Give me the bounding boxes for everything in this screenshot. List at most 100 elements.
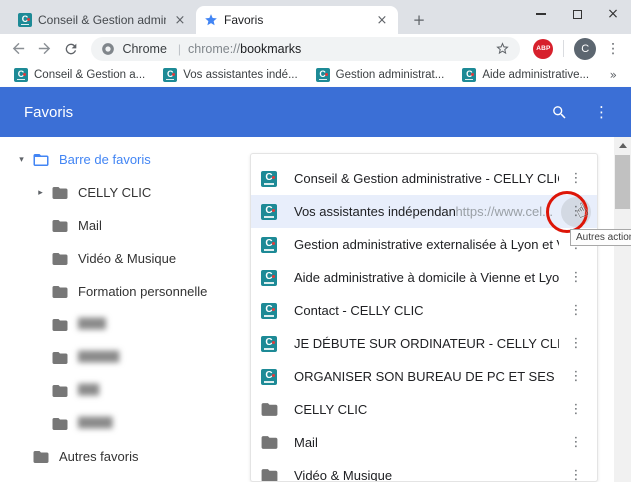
sidebar-item-mail[interactable]: Mail bbox=[0, 209, 250, 242]
bookmark-label: Aide administrative... bbox=[482, 69, 590, 81]
folder-icon bbox=[51, 349, 69, 367]
sidebar-item-redacted[interactable]: █████ bbox=[0, 407, 250, 440]
maximize-button[interactable] bbox=[559, 0, 595, 28]
more-actions-icon[interactable]: ⋮ bbox=[570, 304, 583, 317]
sidebar-item-label: Vidéo & Musique bbox=[78, 251, 177, 266]
scroll-up-icon bbox=[618, 143, 627, 148]
site-favicon: C bbox=[163, 68, 178, 82]
folder-icon bbox=[51, 250, 69, 268]
site-favicon: C bbox=[14, 68, 28, 82]
sidebar-item-redacted[interactable]: ████ bbox=[0, 308, 250, 341]
more-actions-icon: ⋮ bbox=[569, 204, 583, 219]
tooltip-text: Autres actions bbox=[576, 232, 631, 243]
chevron-down-icon[interactable]: ▾ bbox=[13, 155, 30, 165]
bookmark-star-icon[interactable] bbox=[495, 41, 510, 56]
folder-icon bbox=[260, 466, 279, 481]
folder-icon bbox=[260, 400, 279, 419]
bookmark-row[interactable]: C Contact - CELLY CLIC ⋮ bbox=[251, 294, 597, 327]
back-button[interactable] bbox=[6, 36, 32, 62]
profile-avatar[interactable]: C bbox=[574, 37, 597, 60]
site-favicon: C bbox=[261, 269, 277, 286]
bookmark-title: Vos assistantes indépendant... bbox=[294, 204, 456, 219]
site-favicon: C bbox=[261, 368, 277, 385]
page-title: Favoris bbox=[24, 103, 74, 121]
bookmarks-overflow-chevron[interactable]: » bbox=[610, 68, 621, 82]
open-folder-icon bbox=[32, 151, 50, 169]
sidebar-item-celly-clic[interactable]: ▸ CELLY CLIC bbox=[0, 176, 250, 209]
reload-button[interactable] bbox=[58, 36, 84, 62]
close-window-button[interactable]: × bbox=[595, 0, 631, 28]
folder-icon bbox=[51, 382, 69, 400]
tab-conseil-gestion[interactable]: C Conseil & Gestion administrative × bbox=[10, 6, 196, 34]
sidebar-item-video-musique[interactable]: Vidéo & Musique bbox=[0, 242, 250, 275]
folder-title: CELLY CLIC bbox=[294, 402, 368, 417]
folder-icon bbox=[51, 415, 69, 433]
search-icon[interactable] bbox=[551, 104, 568, 121]
minimize-button[interactable] bbox=[523, 0, 559, 28]
browser-menu-icon[interactable]: ⋮ bbox=[601, 41, 625, 57]
folder-row[interactable]: Mail ⋮ bbox=[251, 426, 597, 459]
bookmark-row[interactable]: C Aide administrative à domicile à Vienn… bbox=[251, 261, 597, 294]
folder-row[interactable]: CELLY CLIC ⋮ bbox=[251, 393, 597, 426]
site-favicon: C bbox=[315, 68, 330, 82]
sidebar-item-label: Mail bbox=[78, 218, 102, 233]
more-actions-icon[interactable]: ⋮ bbox=[570, 172, 583, 185]
chevron-right-icon[interactable]: ▸ bbox=[32, 188, 49, 198]
scrollbar-thumb[interactable] bbox=[615, 155, 630, 209]
bookmark-title: Conseil & Gestion administrative - CELLY… bbox=[294, 171, 559, 186]
scrollbar-up-button[interactable] bbox=[614, 137, 631, 154]
bookmarks-bar-item[interactable]: C Gestion administrat... bbox=[312, 68, 459, 82]
tab-close-icon[interactable]: × bbox=[374, 13, 390, 28]
header-menu-icon[interactable]: ⋮ bbox=[594, 103, 609, 121]
sidebar-item-barre-de-favoris[interactable]: ▾ Barre de favoris bbox=[0, 143, 250, 176]
more-actions-icon[interactable]: ⋮ bbox=[570, 403, 583, 416]
omnibox[interactable]: Chrome | chrome:// bookmarks bbox=[91, 36, 521, 61]
toolbar-divider bbox=[563, 40, 565, 57]
bookmark-title: ORGANISER SON BUREAU DE PC ET SES DOSSIE… bbox=[294, 369, 559, 384]
folder-title: Vidéo & Musique bbox=[294, 468, 393, 482]
bookmarks-bar-item[interactable]: C Vos assistantes indé... bbox=[159, 68, 311, 82]
more-actions-icon[interactable]: ⋮ bbox=[570, 271, 583, 284]
more-actions-button[interactable]: ⋮ bbox=[561, 196, 591, 227]
folder-icon bbox=[51, 184, 69, 202]
bookmark-label: Gestion administrat... bbox=[335, 69, 445, 81]
site-favicon: C bbox=[261, 302, 277, 319]
bookmarks-content: ▾ Barre de favoris ▸ CELLY CLIC Mail Vid… bbox=[0, 137, 631, 482]
bookmark-row[interactable]: C Conseil & Gestion administrative - CEL… bbox=[251, 162, 597, 195]
sidebar-item-label: Barre de favoris bbox=[59, 152, 151, 167]
more-actions-icon[interactable]: ⋮ bbox=[570, 370, 583, 383]
url-host: bookmarks bbox=[240, 41, 302, 56]
sidebar-item-redacted[interactable]: ███ bbox=[0, 374, 250, 407]
adblock-extension-icon[interactable]: ABP bbox=[533, 38, 554, 59]
omnibox-origin-label: Chrome bbox=[122, 41, 167, 56]
bookmarks-page-header: Favoris ⋮ bbox=[0, 87, 631, 137]
more-actions-icon[interactable]: ⋮ bbox=[570, 337, 583, 350]
tab-close-icon[interactable]: × bbox=[172, 13, 188, 28]
more-actions-icon[interactable]: ⋮ bbox=[570, 436, 583, 449]
folder-title: Mail bbox=[294, 435, 318, 450]
bookmarks-bar-item[interactable]: C Conseil & Gestion a... bbox=[10, 68, 159, 82]
bookmark-row[interactable]: C JE DÉBUTE SUR ORDINATEUR - CELLY CLIC … bbox=[251, 327, 597, 360]
site-favicon: C bbox=[261, 335, 277, 352]
new-tab-button[interactable]: + bbox=[408, 9, 430, 31]
bookmark-row-selected[interactable]: C Vos assistantes indépendant... https:/… bbox=[251, 195, 597, 228]
site-favicon: C bbox=[261, 236, 277, 253]
more-actions-icon[interactable]: ⋮ bbox=[570, 469, 583, 481]
forward-button[interactable] bbox=[32, 36, 58, 62]
folder-row[interactable]: Vidéo & Musique ⋮ bbox=[251, 459, 597, 482]
sidebar-item-formation-personnelle[interactable]: Formation personnelle bbox=[0, 275, 250, 308]
window-controls: × bbox=[523, 0, 631, 28]
sidebar-item-autres-favoris[interactable]: Autres favoris bbox=[0, 440, 250, 473]
scrollbar[interactable] bbox=[614, 137, 631, 482]
site-favicon: C bbox=[18, 13, 32, 27]
star-favicon-icon bbox=[204, 13, 218, 27]
sidebar-item-redacted[interactable]: ██████ bbox=[0, 341, 250, 374]
bookmark-title: Contact - CELLY CLIC bbox=[294, 303, 424, 318]
bookmarks-bar-item[interactable]: C Aide administrative... bbox=[458, 68, 603, 82]
tab-strip: C Conseil & Gestion administrative × Fav… bbox=[0, 0, 631, 34]
folder-icon bbox=[51, 217, 69, 235]
bookmark-title: Gestion administrative externalisée à Ly… bbox=[294, 237, 559, 252]
bookmark-row[interactable]: C Gestion administrative externalisée à … bbox=[251, 228, 597, 261]
bookmark-row[interactable]: C ORGANISER SON BUREAU DE PC ET SES DOSS… bbox=[251, 360, 597, 393]
tab-favoris[interactable]: Favoris × bbox=[196, 6, 398, 34]
